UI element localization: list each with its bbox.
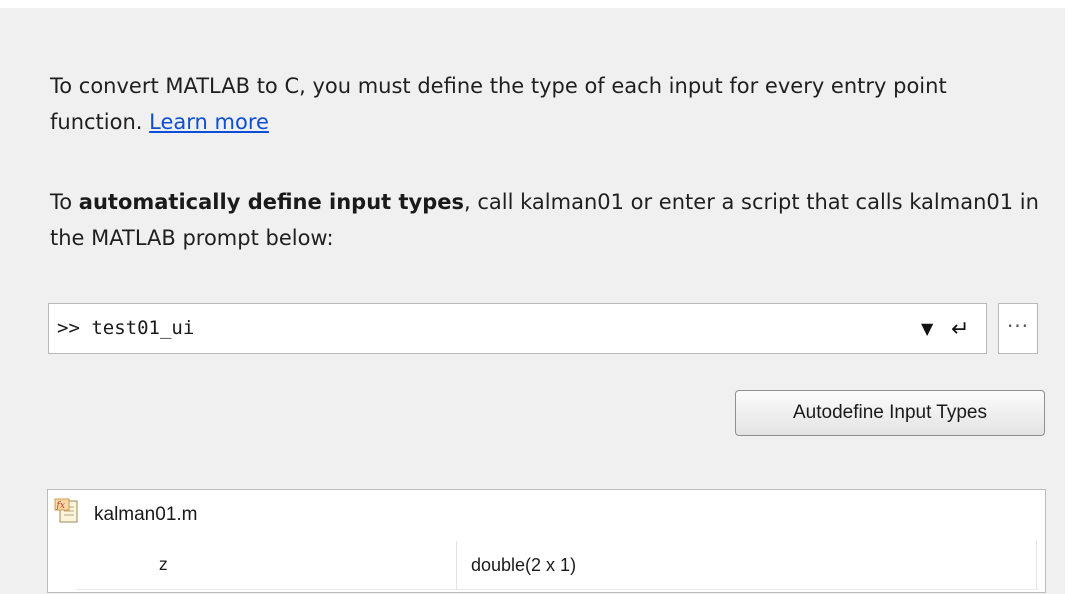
browse-script-button[interactable]: ··· — [998, 303, 1038, 354]
svg-text:fx: fx — [56, 501, 65, 511]
learn-more-link[interactable]: Learn more — [149, 110, 269, 134]
column-divider — [456, 541, 457, 589]
intro-paragraph: To convert MATLAB to C, you must define … — [50, 68, 1040, 140]
entry-point-file-row[interactable]: fx kalman01.m — [48, 490, 1045, 540]
entry-point-table: fx kalman01.m z double(2 x 1) — [47, 489, 1046, 593]
input-row[interactable]: z double(2 x 1) — [76, 541, 1038, 590]
input-name: z — [158, 555, 169, 575]
history-dropdown-icon[interactable]: ▼ — [921, 304, 933, 353]
define-input-types-panel: To convert MATLAB to C, you must define … — [0, 8, 1065, 594]
prompt-input-text[interactable]: >> test01_ui — [57, 304, 194, 353]
function-file-icon: fx — [54, 498, 80, 524]
matlab-prompt-field[interactable]: >> test01_ui ▼ ↵ — [48, 303, 987, 354]
instructions-prefix: To — [50, 190, 79, 214]
input-type[interactable]: double(2 x 1) — [471, 541, 576, 589]
column-divider-right — [1036, 541, 1037, 589]
entry-point-file-name: kalman01.m — [94, 504, 198, 525]
autodefine-input-types-button[interactable]: Autodefine Input Types — [735, 390, 1045, 436]
enter-icon[interactable]: ↵ — [951, 304, 969, 353]
instructions-bold: automatically define input types — [78, 190, 465, 214]
autodefine-instructions: To automatically define input types, cal… — [50, 184, 1040, 256]
